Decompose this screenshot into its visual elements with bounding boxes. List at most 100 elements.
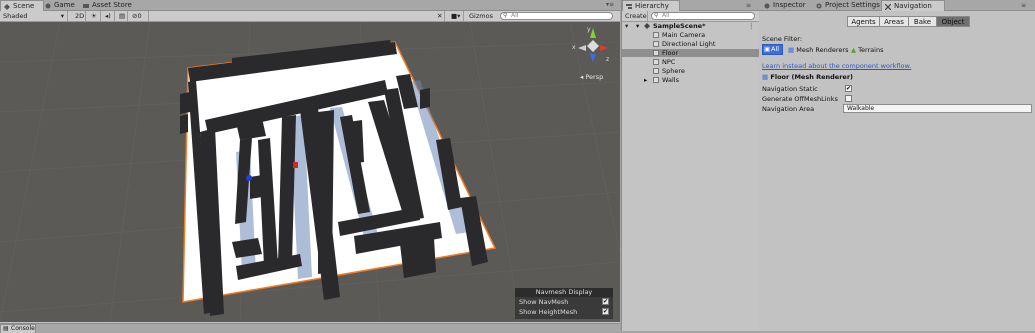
navmesh-display-title: Navmesh Display — [515, 288, 613, 297]
show-navmesh-row[interactable]: Show NavMesh ✔ — [515, 297, 613, 307]
scene-toolbar: Shaded▾ 2D ☀ ◂) ▤ ⊘0 ✕ ■▾ Gizmos ▾ ⚲ All — [0, 11, 620, 30]
scene-panel: Scene Game Asset Store ▾≡ Shaded ▾ 2D ☀ ◂… — [0, 0, 620, 333]
tab-bake[interactable]: Bake — [908, 16, 937, 27]
hierarchy-search-input[interactable]: ⚲ All — [651, 12, 755, 20]
chevron-down-icon: ▾ — [60, 12, 64, 20]
tab-project-settings[interactable]: Project Settings — [813, 0, 885, 10]
audio-toggle-icon[interactable]: ◂) — [102, 11, 115, 21]
axis-y-label: y — [587, 26, 591, 33]
hierarchy-menu-icon[interactable]: ≡ — [746, 2, 751, 9]
tab-scene[interactable]: Scene — [0, 0, 44, 11]
gameobject-cube-icon — [653, 41, 659, 47]
navigation-area-dropdown[interactable]: Walkable — [843, 104, 1032, 113]
hierarchy-panel: Hierarchy ≡ Create ▾ ⚲ All ▾ SampleScene… — [621, 0, 760, 331]
navigation-panel: Inspector Project Settings Navigation ≡ … — [759, 0, 1035, 331]
hierarchy-toolbar: Create ▾ ⚲ All — [622, 11, 759, 30]
show-heightmesh-checkbox[interactable]: ✔ — [602, 308, 609, 315]
component-workflow-link[interactable]: Learn instead about the component workfl… — [762, 62, 911, 70]
mesh-icon: ▦ — [788, 46, 795, 54]
tab-navigation[interactable]: Navigation — [881, 0, 945, 11]
lighting-toggle-icon[interactable]: ☀ — [88, 11, 101, 21]
axis-x-label: x — [572, 44, 576, 51]
navigation-static-checkbox[interactable]: ✔ — [845, 85, 852, 92]
tools-icon[interactable]: ✕ — [434, 11, 445, 21]
hierarchy-item[interactable]: Directional Light — [622, 40, 759, 48]
scene-render — [0, 22, 620, 322]
scene-menu-icon[interactable]: ⋮ — [748, 22, 755, 30]
search-icon: ⚲ — [503, 12, 508, 19]
hierarchy-item[interactable]: NPC — [622, 58, 759, 66]
hierarchy-item-label: Directional Light — [662, 40, 716, 48]
create-dropdown[interactable]: Create ▾ — [622, 11, 648, 30]
projection-label[interactable]: ◂ Persp — [580, 73, 603, 81]
hierarchy-icon — [626, 3, 632, 9]
panel-menu-icon[interactable]: ▾≡ — [606, 2, 616, 8]
scene-viewport[interactable]: y x z ◂ Persp Navmesh Display Show NavMe… — [0, 22, 620, 322]
show-heightmesh-row[interactable]: Show HeightMesh ✔ — [515, 307, 613, 317]
hierarchy-item-label: Walls — [662, 76, 679, 84]
shading-mode-dropdown[interactable]: Shaded ▾ — [0, 11, 68, 21]
filter-terrains[interactable]: ▲ Terrains — [851, 46, 883, 54]
scene-tab-bar: Scene Game Asset Store ▾≡ — [0, 0, 620, 11]
game-icon — [45, 2, 51, 9]
cube-icon: ▣ — [764, 45, 771, 53]
tab-game[interactable]: Game — [42, 0, 84, 10]
object-title: ▦ Floor (Mesh Renderer) — [762, 73, 853, 81]
scene-icon — [4, 3, 10, 10]
tab-hierarchy[interactable]: Hierarchy — [622, 0, 680, 11]
show-navmesh-checkbox[interactable]: ✔ — [602, 298, 609, 305]
navmesh-display-window: Navmesh Display Show NavMesh ✔ Show Heig… — [515, 288, 613, 319]
orientation-gizmo[interactable]: y x z — [572, 26, 614, 68]
gameobject-cube-icon — [653, 68, 659, 74]
gear-icon — [816, 2, 822, 9]
terrain-icon: ▲ — [851, 46, 856, 54]
tab-asset-store[interactable]: Asset Store — [80, 0, 142, 10]
tab-inspector[interactable]: Inspector — [761, 0, 813, 10]
hierarchy-item[interactable]: Main Camera — [622, 31, 759, 39]
navigation-icon — [884, 3, 892, 11]
panel-menu-icon[interactable]: ≡ — [1021, 2, 1026, 9]
npc-sphere[interactable] — [246, 175, 252, 181]
search-icon: ⚲ — [654, 12, 659, 19]
expand-arrow-icon[interactable]: ▾ — [636, 22, 639, 30]
offmesh-links-checkbox[interactable] — [845, 95, 852, 102]
gameobject-cube-icon — [653, 50, 659, 56]
expand-arrow-icon[interactable]: ▸ — [644, 76, 647, 84]
gameobject-cube-icon — [653, 77, 659, 83]
hidden-objects-icon[interactable]: ⊘0 — [129, 11, 149, 21]
navigation-static-label: Navigation Static — [762, 85, 818, 93]
gameobject-cube-icon — [653, 32, 659, 38]
tab-object[interactable]: Object — [936, 16, 970, 27]
hierarchy-item[interactable]: ▸ Walls — [622, 76, 759, 84]
mesh-renderer-icon: ▦ — [762, 73, 769, 81]
filter-all-button[interactable]: ▣ All — [762, 44, 783, 55]
console-icon: ▤ — [3, 325, 9, 332]
scene-root-row[interactable]: ▾ SampleScene* ⋮ — [622, 22, 759, 30]
scene-search-input[interactable]: ⚲ All — [500, 12, 613, 20]
hierarchy-tab-bar: Hierarchy ≡ — [622, 0, 759, 11]
camera-settings-icon[interactable]: ■▾ — [448, 11, 464, 21]
offmesh-links-label: Generate OffMeshLinks — [762, 95, 838, 103]
tab-areas[interactable]: Areas — [879, 16, 909, 27]
hierarchy-item-label: Floor — [662, 49, 679, 57]
hierarchy-item-label: Sphere — [662, 67, 685, 75]
effects-dropdown-icon[interactable]: ▤ — [116, 11, 128, 21]
hierarchy-item[interactable]: Sphere — [622, 67, 759, 75]
navigation-area-label: Navigation Area — [762, 105, 815, 113]
toggle-2d-button[interactable]: 2D — [72, 11, 86, 21]
hierarchy-item-label: Main Camera — [662, 31, 706, 39]
info-icon — [764, 2, 770, 9]
tab-console[interactable]: ▤ Console — [0, 324, 36, 333]
gizmos-dropdown[interactable]: Gizmos ▾ — [466, 11, 499, 30]
cart-icon — [83, 2, 89, 8]
tab-agents[interactable]: Agents — [847, 16, 880, 27]
hierarchy-item-label: NPC — [662, 58, 676, 66]
right-tab-bar: Inspector Project Settings Navigation ≡ — [759, 0, 1035, 11]
gameobject-cube-icon — [653, 59, 659, 65]
filter-mesh-renderers[interactable]: ▦ Mesh Renderers — [788, 46, 848, 54]
axis-z-label: z — [606, 56, 610, 63]
hierarchy-item[interactable]: Floor — [622, 49, 759, 57]
unity-scene-icon — [644, 23, 650, 31]
target-marker[interactable] — [293, 162, 298, 168]
scene-filter-label: Scene Filter: — [762, 35, 803, 43]
